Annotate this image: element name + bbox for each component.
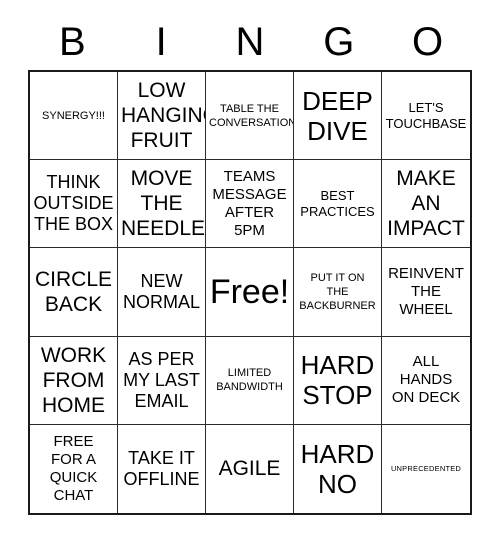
bingo-cell-label: UNPRECEDENTED [390, 463, 462, 473]
bingo-cell-r1-c2[interactable]: LOW HANGING FRUIT [118, 72, 206, 161]
bingo-cell-r4-c3[interactable]: LIMITED BANDWIDTH [206, 336, 294, 425]
bingo-cell-label: REINVENT THE WHEEL [388, 264, 464, 318]
bingo-header: B I N G O [28, 14, 472, 70]
bingo-cell-label: BEST PRACTICES [300, 187, 375, 219]
bingo-cell-label: LIMITED BANDWIDTH [216, 367, 283, 394]
bingo-cell-label: ALL HANDS ON DECK [391, 353, 461, 407]
bingo-header-letter-b: B [59, 20, 86, 64]
bingo-cell-r1-c4[interactable]: DEEP DIVE [294, 72, 382, 161]
bingo-cell-r2-c3[interactable]: TEAMS MESSAGE AFTER 5PM [206, 160, 294, 249]
bingo-cell-r5-c4[interactable]: HARD NO [294, 424, 382, 513]
bingo-card: B I N G O SYNERGY!!! LOW HANGING FRUITTAB… [0, 0, 500, 544]
bingo-cell-r2-c2[interactable]: MOVE THE NEEDLE [118, 160, 206, 249]
bingo-cell-label: SYNERGY!!! [42, 109, 105, 122]
bingo-cell-label: LET'S TOUCHBASE [385, 99, 467, 131]
bingo-cell-r4-c2[interactable]: AS PER MY LAST EMAIL [118, 336, 206, 425]
bingo-cell-label: TEAMS MESSAGE AFTER 5PM [212, 167, 287, 239]
bingo-cell-label: PUT IT ON THE BACKBURNER [299, 271, 376, 312]
bingo-free-space[interactable]: Free! [206, 248, 294, 337]
bingo-cell-label: TAKE IT OFFLINE [123, 447, 200, 489]
bingo-cell-r5-c2[interactable]: TAKE IT OFFLINE [118, 424, 206, 513]
bingo-cell-r5-c1[interactable]: FREE FOR A QUICK CHAT [30, 424, 118, 513]
bingo-cell-r1-c5[interactable]: LET'S TOUCHBASE [382, 72, 470, 161]
bingo-cell-r3-c2[interactable]: NEW NORMAL [118, 248, 206, 337]
bingo-cell-r2-c5[interactable]: MAKE AN IMPACT [382, 160, 470, 249]
bingo-cell-r2-c1[interactable]: THINK OUTSIDE THE BOX [30, 160, 118, 249]
bingo-header-letter-o: O [412, 20, 444, 64]
bingo-cell-r4-c1[interactable]: WORK FROM HOME [30, 336, 118, 425]
bingo-cell-r4-c4[interactable]: HARD STOP [294, 336, 382, 425]
bingo-cell-label: FREE FOR A QUICK CHAT [49, 432, 98, 504]
bingo-cell-r1-c1[interactable]: SYNERGY!!! [30, 72, 118, 161]
bingo-cell-label: DEEP DIVE [302, 85, 373, 146]
bingo-cell-label: Free! [209, 272, 290, 311]
bingo-cell-label: WORK FROM HOME [40, 343, 107, 417]
bingo-cell-r3-c5[interactable]: REINVENT THE WHEEL [382, 248, 470, 337]
bingo-cell-label: TABLE THE CONVERSATION [209, 102, 294, 129]
bingo-cell-label: HARD STOP [300, 350, 375, 411]
bingo-cell-r5-c3[interactable]: AGILE [206, 424, 294, 513]
bingo-cell-r2-c4[interactable]: BEST PRACTICES [294, 160, 382, 249]
bingo-cell-label: AGILE [218, 457, 281, 481]
bingo-cell-r5-c5[interactable]: UNPRECEDENTED [382, 424, 470, 513]
bingo-cell-label: LOW HANGING FRUIT [121, 79, 205, 153]
bingo-cell-r1-c3[interactable]: TABLE THE CONVERSATION [206, 72, 294, 161]
bingo-grid: SYNERGY!!! LOW HANGING FRUITTABLE THE CON… [28, 70, 472, 515]
bingo-cell-r3-c1[interactable]: CIRCLE BACK [30, 248, 118, 337]
bingo-header-letter-i: I [155, 20, 167, 64]
bingo-cell-label: MAKE AN IMPACT [387, 167, 465, 241]
bingo-cell-label: AS PER MY LAST EMAIL [123, 348, 200, 411]
bingo-cell-label: CIRCLE BACK [34, 267, 113, 316]
bingo-cell-label: THINK OUTSIDE THE BOX [33, 172, 114, 235]
bingo-cell-label: HARD NO [300, 438, 375, 499]
bingo-cell-r4-c5[interactable]: ALL HANDS ON DECK [382, 336, 470, 425]
bingo-header-letter-n: N [235, 20, 265, 64]
bingo-cell-r3-c4[interactable]: PUT IT ON THE BACKBURNER [294, 248, 382, 337]
bingo-cell-label: MOVE THE NEEDLE [121, 167, 206, 241]
bingo-cell-label: NEW NORMAL [122, 270, 200, 312]
bingo-header-letter-g: G [323, 20, 355, 64]
